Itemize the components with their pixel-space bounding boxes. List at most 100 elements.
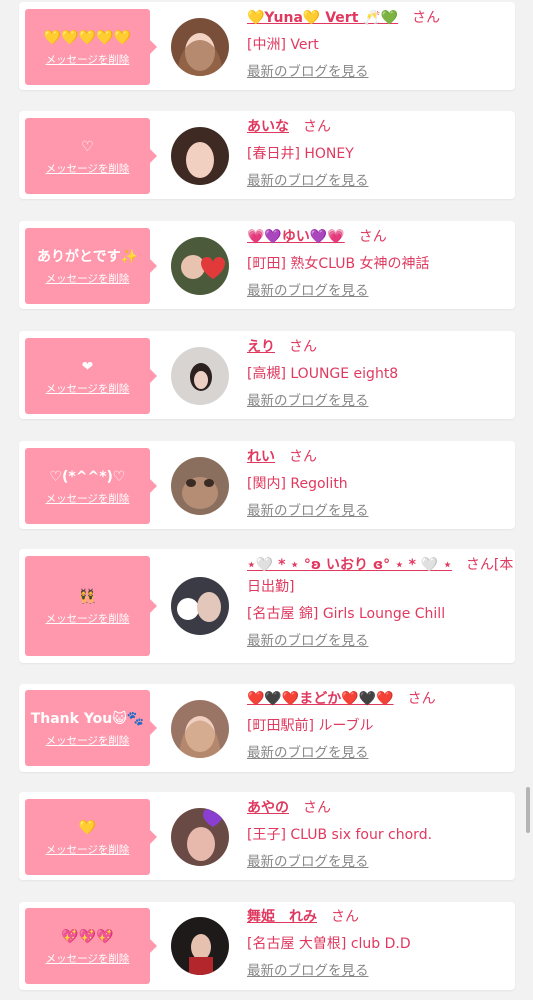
latest-blog-link[interactable]: 最新のブログを見る	[247, 632, 509, 650]
avatar[interactable]	[171, 18, 229, 76]
avatar-photo	[171, 457, 229, 515]
message-text: 👯	[78, 588, 97, 605]
latest-blog-link[interactable]: 最新のブログを見る	[247, 962, 509, 980]
message-bubble: ♡(*^^*)♡ メッセージを削除	[25, 448, 157, 524]
avatar-photo	[171, 917, 229, 975]
message-text: ❤	[81, 358, 94, 375]
profile-info: 💛Yuna💛 Vert 🥂💚 さん [中洲] Vert 最新のブログを見る	[247, 9, 509, 81]
shop-name: [関内] Regolith	[247, 476, 348, 492]
avatar[interactable]	[171, 237, 229, 295]
shop-name: [町田駅前] ルーブル	[247, 718, 374, 734]
message-card: Thank You😺🐾 メッセージを削除 ❤️🖤❤️まどか❤️🖤❤️ さん [町田…	[19, 684, 515, 772]
scrollbar[interactable]	[526, 787, 530, 833]
message-bubble: 💖💖💖 メッセージを削除	[25, 908, 157, 984]
delete-message-link[interactable]: メッセージを削除	[46, 733, 130, 748]
message-card: ♡(*^^*)♡ メッセージを削除 れい さん [関内] Regolith 最新の…	[19, 441, 515, 529]
shop-name: [高槻] LOUNGE eight8	[247, 366, 399, 382]
honorific: さん	[331, 909, 359, 925]
profile-info: 舞姫 れみ さん [名古屋 大曽根] club D.D 最新のブログを見る	[247, 908, 509, 980]
message-text: 💛	[78, 819, 97, 836]
latest-blog-link[interactable]: 最新のブログを見る	[247, 172, 509, 190]
shop-name: [王子] CLUB six four chord.	[247, 827, 433, 843]
shop-name: [名古屋 錦] Girls Lounge Chill	[247, 606, 446, 622]
message-card: 👯 メッセージを削除 ⋆🤍 * ⋆ °ʚ いおり ɞ° ⋆ * 🤍 ⋆ さん[本 …	[19, 549, 515, 663]
avatar[interactable]	[171, 457, 229, 515]
message-text: ♡	[81, 138, 94, 155]
message-bubble: ❤ メッセージを削除	[25, 338, 157, 414]
latest-blog-link[interactable]: 最新のブログを見る	[247, 744, 509, 762]
shop-name: [春日井] HONEY	[247, 146, 354, 162]
avatar-photo	[171, 577, 229, 635]
message-text: ♡(*^^*)♡	[49, 468, 126, 485]
profile-name-link[interactable]: えり	[247, 339, 275, 355]
profile-name-link[interactable]: ⋆🤍 * ⋆ °ʚ いおり ɞ° ⋆ * 🤍 ⋆	[247, 557, 452, 573]
honorific-continued: 日出勤]	[247, 579, 295, 595]
avatar[interactable]	[171, 577, 229, 635]
avatar-photo	[171, 237, 229, 295]
latest-blog-link[interactable]: 最新のブログを見る	[247, 63, 509, 81]
message-card: ♡ メッセージを削除 あいな さん [春日井] HONEY 最新のブログを見る	[19, 111, 515, 199]
message-bubble: 👯 メッセージを削除	[25, 556, 157, 656]
honorific: さん	[303, 800, 331, 816]
honorific: さん[本	[465, 557, 514, 573]
avatar[interactable]	[171, 917, 229, 975]
profile-name-link[interactable]: 💛Yuna💛 Vert 🥂💚	[247, 10, 398, 26]
delete-message-link[interactable]: メッセージを削除	[46, 52, 130, 67]
honorific: さん	[412, 10, 441, 26]
profile-name-link[interactable]: あいな	[247, 119, 289, 135]
message-text: Thank You😺🐾	[30, 710, 145, 727]
delete-message-link[interactable]: メッセージを削除	[46, 271, 130, 286]
message-bubble: 💛💛💛💛💛 メッセージを削除	[25, 9, 157, 85]
message-bubble: ♡ メッセージを削除	[25, 118, 157, 194]
delete-message-link[interactable]: メッセージを削除	[46, 611, 130, 626]
honorific: さん	[358, 229, 387, 245]
profile-info: 💗💜ゆい💜💗 さん [町田] 熟女CLUB 女神の神話 最新のブログを見る	[247, 228, 509, 300]
avatar-photo	[171, 18, 229, 76]
avatar-photo	[171, 700, 229, 758]
latest-blog-link[interactable]: 最新のブログを見る	[247, 853, 509, 871]
shop-name: [名古屋 大曽根] club D.D	[247, 936, 411, 952]
delete-message-link[interactable]: メッセージを削除	[46, 951, 130, 966]
message-card: ❤ メッセージを削除 えり さん [高槻] LOUNGE eight8 最新のブロ…	[19, 331, 515, 419]
latest-blog-link[interactable]: 最新のブログを見る	[247, 392, 509, 410]
message-bubble: ありがとです✨ メッセージを削除	[25, 228, 157, 304]
avatar[interactable]	[171, 808, 229, 866]
profile-info: ❤️🖤❤️まどか❤️🖤❤️ さん [町田駅前] ルーブル 最新のブログを見る	[247, 690, 509, 762]
honorific: さん	[289, 449, 317, 465]
profile-info: れい さん [関内] Regolith 最新のブログを見る	[247, 448, 509, 520]
latest-blog-link[interactable]: 最新のブログを見る	[247, 282, 509, 300]
profile-name-link[interactable]: れい	[247, 449, 275, 465]
delete-message-link[interactable]: メッセージを削除	[46, 491, 130, 506]
honorific: さん	[407, 691, 436, 707]
profile-name-link[interactable]: ❤️🖤❤️まどか❤️🖤❤️	[247, 691, 394, 707]
latest-blog-link[interactable]: 最新のブログを見る	[247, 502, 509, 520]
message-text: ありがとです✨	[36, 248, 138, 265]
avatar-photo	[171, 347, 229, 405]
avatar-photo	[171, 808, 229, 866]
shop-name: [中洲] Vert	[247, 37, 319, 53]
message-card: 💖💖💖 メッセージを削除 舞姫 れみ さん [名古屋 大曽根] club D.D …	[19, 902, 515, 990]
shop-name: [町田] 熟女CLUB 女神の神話	[247, 256, 430, 272]
avatar-photo	[171, 127, 229, 185]
delete-message-link[interactable]: メッセージを削除	[46, 842, 130, 857]
avatar[interactable]	[171, 347, 229, 405]
message-text: 💖💖💖	[61, 928, 114, 945]
message-bubble: 💛 メッセージを削除	[25, 799, 157, 875]
honorific: さん	[303, 119, 331, 135]
message-text: 💛💛💛💛💛	[43, 29, 132, 46]
profile-info: あいな さん [春日井] HONEY 最新のブログを見る	[247, 118, 509, 190]
delete-message-link[interactable]: メッセージを削除	[46, 161, 130, 176]
profile-name-link[interactable]: 💗💜ゆい💜💗	[247, 229, 345, 245]
avatar[interactable]	[171, 127, 229, 185]
message-card: 💛 メッセージを削除 あやの さん [王子] CLUB six four chor…	[19, 792, 515, 880]
avatar[interactable]	[171, 700, 229, 758]
message-card: ありがとです✨ メッセージを削除 💗💜ゆい💜💗 さん [町田] 熟女CLUB 女神…	[19, 221, 515, 309]
delete-message-link[interactable]: メッセージを削除	[46, 381, 130, 396]
profile-name-link[interactable]: 舞姫 れみ	[247, 909, 317, 925]
profile-info: えり さん [高槻] LOUNGE eight8 最新のブログを見る	[247, 338, 509, 410]
profile-info: あやの さん [王子] CLUB six four chord. 最新のブログを見…	[247, 799, 509, 871]
honorific: さん	[289, 339, 317, 355]
message-bubble: Thank You😺🐾 メッセージを削除	[25, 690, 157, 766]
profile-name-link[interactable]: あやの	[247, 800, 289, 816]
message-card: 💛💛💛💛💛 メッセージを削除 💛Yuna💛 Vert 🥂💚 さん [中洲] Ver…	[19, 2, 515, 90]
